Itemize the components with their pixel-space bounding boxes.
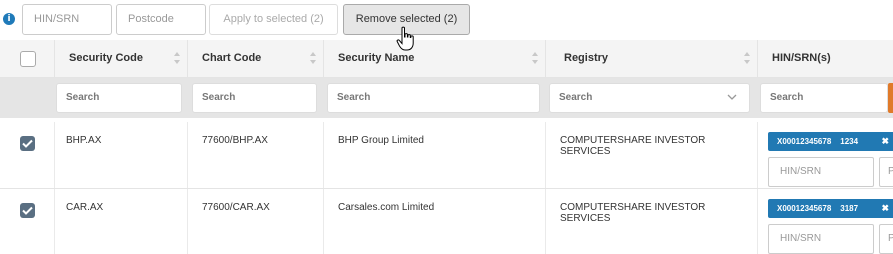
security-code-cell: BHP.AX (54, 122, 187, 188)
column-label: Registry (564, 52, 609, 64)
column-header-chart-code[interactable]: Chart Code (187, 40, 323, 78)
check-icon (22, 206, 33, 215)
remove-tag-icon[interactable]: ✖ (881, 199, 889, 218)
table-row: BHP.AX 77600/BHP.AX BHP Group Limited CO… (0, 122, 893, 189)
security-code-search[interactable]: Search (56, 83, 182, 113)
table-row: CAR.AX 77600/CAR.AX Carsales.com Limited… (0, 189, 893, 254)
registry-cell: COMPUTERSHARE INVESTOR SERVICES (545, 189, 757, 254)
select-all-cell (0, 40, 54, 78)
security-name-cell: BHP Group Limited (323, 122, 545, 188)
row-checkbox[interactable] (20, 136, 35, 151)
chart-code-search[interactable]: Search (192, 83, 317, 113)
column-label: HIN/SRN(s) (772, 52, 831, 64)
column-header-registry[interactable]: Registry (545, 40, 757, 78)
sort-icon[interactable] (309, 50, 317, 66)
column-label: Security Code (69, 52, 143, 64)
row-checkbox[interactable] (20, 203, 35, 218)
hin-srn-cell: X00012345678 3187 ✖ HIN/SRN P (757, 189, 893, 254)
column-header-security-name[interactable]: Security Name (323, 40, 545, 78)
registry-select-value: Search (559, 92, 593, 103)
hin-tag: X00012345678 3187 ✖ (768, 199, 893, 218)
registry-cell: COMPUTERSHARE INVESTOR SERVICES (545, 122, 757, 188)
toolbar: i HIN/SRN Postcode Apply to selected (2)… (0, 4, 893, 36)
postcode-input[interactable]: Postcode (116, 4, 206, 35)
check-icon (22, 139, 33, 148)
postcode-field[interactable]: P (879, 224, 893, 254)
hin-tag-postcode: 1234 (840, 137, 859, 146)
select-all-checkbox[interactable] (20, 51, 36, 67)
hin-srn-search[interactable]: Search (760, 83, 888, 113)
hin-tag-postcode: 3187 (840, 204, 859, 213)
column-header-hin-srn[interactable]: HIN/SRN(s) (757, 40, 893, 78)
sort-icon[interactable] (173, 50, 181, 66)
hin-tag: X00012345678 1234 ✖ (768, 132, 893, 151)
hin-tag-number: X00012345678 (777, 137, 832, 146)
remove-tag-icon[interactable]: ✖ (881, 132, 889, 151)
hand-cursor-icon (396, 26, 414, 51)
postcode-field[interactable]: P (879, 157, 893, 187)
hin-srn-field[interactable]: HIN/SRN (768, 224, 874, 254)
sort-icon[interactable] (531, 50, 539, 66)
column-label: Chart Code (202, 52, 262, 64)
registry-select[interactable]: Search (549, 83, 750, 113)
security-name-search[interactable]: Search (327, 83, 540, 113)
hin-tag-number: X00012345678 (777, 204, 832, 213)
sort-icon[interactable] (743, 50, 751, 66)
chart-code-cell: 77600/BHP.AX (187, 122, 323, 188)
security-code-cell: CAR.AX (54, 189, 187, 254)
hin-srn-field[interactable]: HIN/SRN (768, 157, 874, 187)
filter-row: Search Search Search Search Search (0, 78, 893, 118)
chevron-down-icon (727, 94, 737, 100)
row-select-cell (0, 189, 54, 254)
security-name-cell: Carsales.com Limited (323, 189, 545, 254)
hin-srn-cell: X00012345678 1234 ✖ HIN/SRN P (757, 122, 893, 188)
info-icon[interactable]: i (3, 13, 15, 25)
chart-code-cell: 77600/CAR.AX (187, 189, 323, 254)
row-select-cell (0, 122, 54, 188)
column-edge-marker (888, 83, 893, 113)
column-label: Security Name (338, 52, 415, 64)
column-header-security-code[interactable]: Security Code (54, 40, 187, 78)
apply-to-selected-button[interactable]: Apply to selected (2) (209, 4, 338, 35)
table-header: Security Code Chart Code Security Name R… (0, 40, 893, 78)
hin-srn-input[interactable]: HIN/SRN (22, 4, 112, 35)
